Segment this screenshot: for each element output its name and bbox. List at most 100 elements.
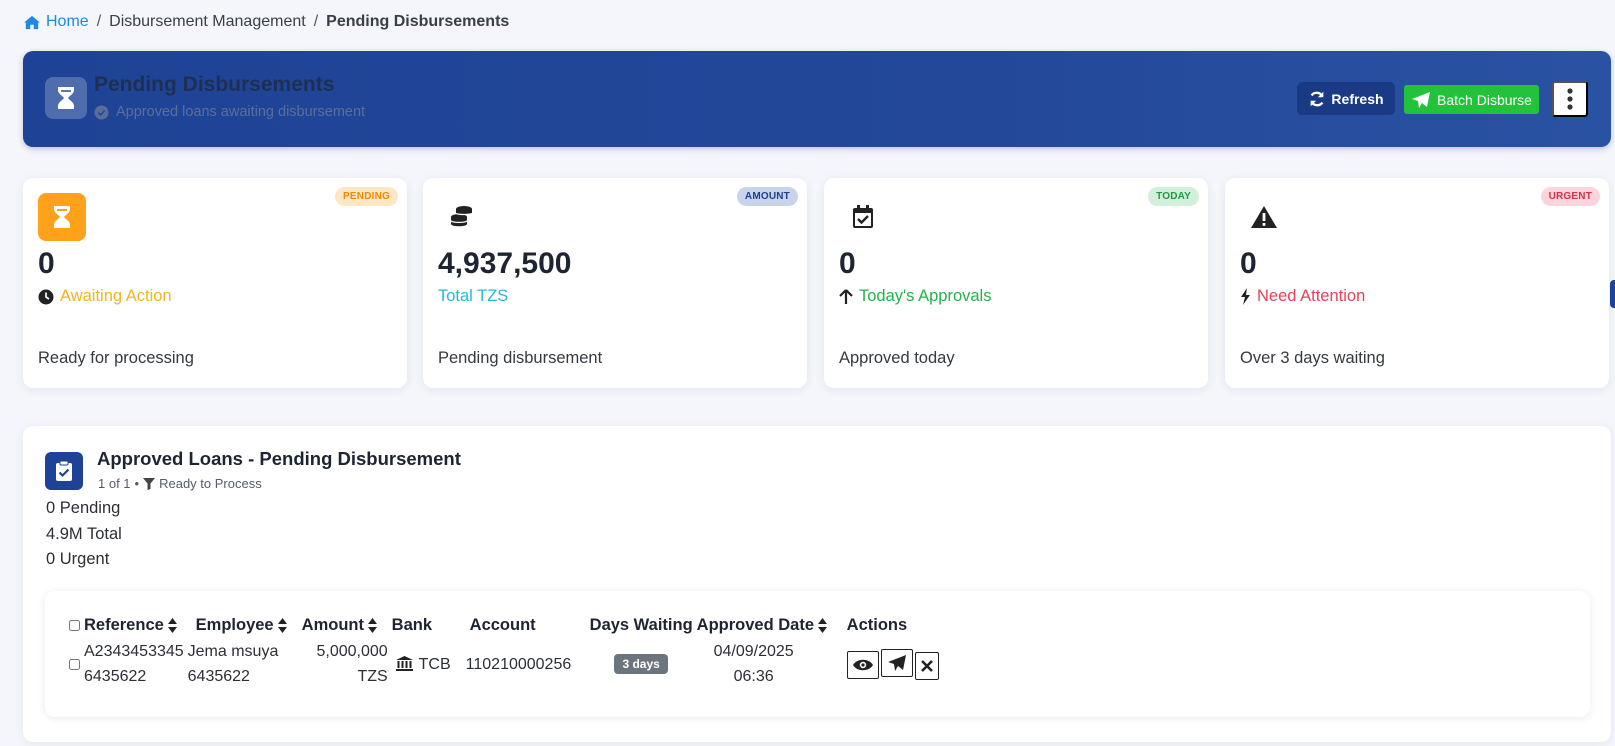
- clipboard-check-icon: [45, 452, 83, 490]
- refresh-icon: [1310, 91, 1324, 106]
- column-label: Bank: [391, 615, 433, 634]
- bolt-icon: [1241, 288, 1250, 305]
- filter-icon: [143, 477, 156, 490]
- stat-card-amount: AMOUNT 4,937,500 Total TZS Pending disbu…: [423, 178, 807, 388]
- amount-currency: TZS: [357, 668, 388, 685]
- column-approved-date[interactable]: Approved Date: [695, 611, 845, 639]
- cell-bank: TCB: [390, 639, 464, 689]
- view-button[interactable]: [846, 650, 879, 679]
- breadcrumb: Home / Disbursement Management / Pending…: [23, 13, 509, 31]
- side-panel-toggle[interactable]: [1610, 280, 1615, 308]
- select-all-checkbox[interactable]: [69, 619, 80, 631]
- batch-disburse-button[interactable]: Batch Disburse: [1404, 85, 1539, 114]
- approved-date: 04/09/2025: [713, 643, 794, 660]
- page-title: Pending Disbursements: [94, 73, 335, 96]
- stat-label-text: Total TZS: [438, 287, 509, 305]
- stat-value: 0: [38, 247, 55, 280]
- stat-label-text: Awaiting Action: [60, 287, 172, 305]
- breadcrumb-current: Pending Disbursements: [326, 13, 510, 30]
- page-info: 1 of 1: [98, 476, 131, 491]
- page-subtitle-text: Approved loans awaiting disbursement: [116, 104, 366, 120]
- disburse-button[interactable]: [880, 648, 913, 677]
- panel-summary: 0 Pending 4.9M Total 0 Urgent: [46, 496, 122, 573]
- bank-name: TCB: [418, 655, 451, 673]
- cell-amount: 5,000,000 TZS: [300, 639, 390, 689]
- table-header-row: Reference Employee Amount Bank Account D…: [65, 611, 955, 639]
- status-badge: PENDING: [335, 187, 398, 206]
- stat-label-text: Today's Approvals: [859, 287, 992, 305]
- column-employee[interactable]: Employee: [186, 611, 300, 639]
- refresh-label: Refresh: [1331, 90, 1384, 107]
- hourglass-icon: [45, 77, 87, 119]
- filter-label: Ready to Process: [159, 476, 262, 491]
- column-reference[interactable]: Reference: [65, 611, 186, 639]
- stat-label: Need Attention: [1240, 287, 1365, 306]
- reference-number: A2343453345: [84, 643, 184, 660]
- employee-name: Jema msuya: [187, 643, 279, 660]
- amount-value: 5,000,000: [316, 643, 388, 660]
- stat-value: 0: [1240, 247, 1257, 280]
- cell-days-waiting: 3 days: [588, 639, 695, 689]
- breadcrumb-section[interactable]: Disbursement Management: [109, 13, 306, 31]
- sort-icon: [277, 617, 287, 633]
- status-badge: TODAY: [1148, 187, 1199, 206]
- column-bank: Bank: [390, 611, 464, 639]
- approved-time: 06:36: [733, 668, 774, 685]
- employee-id: 6435622: [187, 668, 250, 685]
- arrow-up-icon: [839, 288, 853, 304]
- refresh-button[interactable]: Refresh: [1297, 82, 1395, 115]
- cell-approved-date: 04/09/2025 06:36: [695, 639, 845, 689]
- loans-table: Reference Employee Amount Bank Account D…: [65, 611, 955, 689]
- batch-disburse-label: Batch Disburse: [1437, 91, 1532, 108]
- hourglass-icon: [38, 193, 86, 241]
- stat-card-today: TODAY 0 Today's Approvals Approved today: [824, 178, 1208, 388]
- column-label: Amount: [301, 615, 364, 634]
- stat-label: Today's Approvals: [839, 287, 991, 306]
- paper-plane-icon: [887, 654, 906, 671]
- cell-reference: A2343453345 6435622: [65, 639, 186, 689]
- stat-label-text: Need Attention: [1257, 287, 1366, 305]
- row-checkbox[interactable]: [69, 658, 80, 670]
- stat-description: Over 3 days waiting: [1240, 349, 1385, 367]
- paper-plane-icon: [1412, 91, 1431, 108]
- column-account: Account: [464, 611, 588, 639]
- home-icon: [24, 15, 40, 29]
- cell-employee: Jema msuya 6435622: [186, 639, 300, 689]
- cell-actions: [845, 639, 955, 689]
- eye-icon: [852, 659, 873, 670]
- loans-table-container: Reference Employee Amount Bank Account D…: [45, 591, 1590, 717]
- sort-icon: [818, 617, 828, 633]
- summary-pending: 0 Pending: [46, 499, 121, 517]
- summary-urgent: 0 Urgent: [46, 550, 110, 568]
- column-days-waiting: Days Waiting: [588, 611, 695, 639]
- sort-icon: [367, 617, 377, 633]
- meta-separator: •: [134, 476, 140, 491]
- close-icon: [920, 659, 933, 672]
- cell-account: 110210000256: [465, 655, 572, 673]
- pending-loans-panel: Approved Loans - Pending Disbursement 1 …: [23, 426, 1611, 742]
- reject-button[interactable]: [914, 651, 939, 680]
- status-badge: AMOUNT: [736, 187, 798, 206]
- column-label: Days Waiting: [589, 615, 693, 634]
- calendar-check-icon: [839, 193, 887, 241]
- column-amount[interactable]: Amount: [300, 611, 390, 639]
- table-row: A2343453345 6435622 Jema msuya 6435622 5…: [65, 639, 955, 689]
- page-header-banner: Pending Disbursements Approved loans awa…: [23, 51, 1611, 147]
- clock-icon: [38, 289, 54, 304]
- panel-meta: 1 of 1 • Ready to Process: [98, 476, 262, 491]
- stat-value: 4,937,500: [438, 247, 572, 280]
- status-badge: URGENT: [1540, 187, 1600, 206]
- column-label: Reference: [84, 615, 164, 634]
- stat-value: 0: [839, 247, 856, 280]
- breadcrumb-separator: /: [313, 13, 319, 30]
- stat-label: Total TZS: [438, 287, 508, 306]
- stat-label: Awaiting Action: [38, 287, 172, 306]
- breadcrumb-separator: /: [96, 13, 102, 30]
- more-options-button[interactable]: [1552, 81, 1588, 117]
- stat-description: Ready for processing: [38, 349, 194, 367]
- breadcrumb-home-link[interactable]: Home: [23, 13, 89, 31]
- ellipsis-vertical-icon: [1567, 88, 1573, 110]
- coins-icon: [438, 193, 486, 241]
- breadcrumb-home-label: Home: [46, 13, 89, 30]
- bank-icon: [395, 655, 413, 671]
